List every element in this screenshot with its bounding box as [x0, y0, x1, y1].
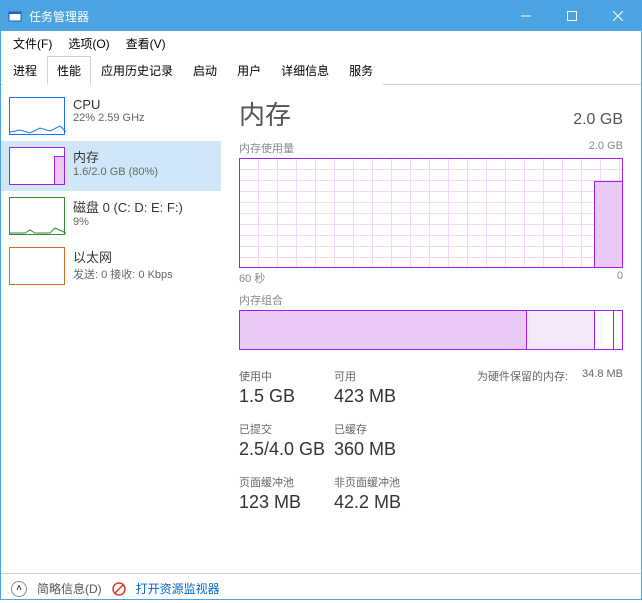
usage-chart-max: 2.0 GB: [589, 140, 623, 156]
x-axis-right: 0: [617, 270, 623, 286]
main-content: CPU22% 2.59 GHz 内存1.6/2.0 GB (80%) 磁盘 0 …: [1, 85, 641, 573]
cached-value: 360 MB: [334, 439, 623, 460]
composition-label: 内存组合: [239, 292, 283, 308]
usage-chart-label: 内存使用量: [239, 140, 294, 156]
committed-label: 已提交: [239, 421, 334, 437]
menu-options[interactable]: 选项(O): [60, 33, 117, 54]
memory-stats: 使用中 1.5 GB 可用 423 MB 为硬件保留的内存: 34.8 MB 已提交 2…: [239, 368, 623, 513]
fewer-details-link[interactable]: 简略信息(D): [37, 580, 102, 597]
chart-fill: [594, 181, 622, 267]
memory-total: 2.0 GB: [573, 111, 623, 129]
tab-startup[interactable]: 启动: [183, 56, 227, 85]
in-use-label: 使用中: [239, 368, 334, 384]
chevron-up-icon[interactable]: ˄: [11, 581, 27, 597]
menu-file[interactable]: 文件(F): [5, 33, 60, 54]
hw-reserved-label: 为硬件保留的内存:: [477, 368, 568, 384]
detail-title: 内存: [239, 95, 291, 132]
window-title: 任务管理器: [29, 8, 89, 25]
comp-free: [595, 311, 614, 349]
chart-grid: [240, 159, 622, 267]
sidebar-item-sub: 22% 2.59 GHz: [73, 112, 145, 124]
tab-details[interactable]: 详细信息: [271, 56, 339, 85]
sidebar-item-disk[interactable]: 磁盘 0 (C: D: E: F:)9%: [1, 191, 221, 241]
x-axis-left: 60 秒: [239, 270, 265, 286]
minimize-button[interactable]: [503, 1, 549, 31]
resmon-icon: [112, 582, 126, 596]
in-use-value: 1.5 GB: [239, 386, 334, 407]
sidebar-item-cpu[interactable]: CPU22% 2.59 GHz: [1, 91, 221, 141]
cpu-thumbnail: [9, 97, 65, 135]
sidebar-item-ethernet[interactable]: 以太网发送: 0 接收: 0 Kbps: [1, 241, 221, 291]
nonpaged-value: 42.2 MB: [334, 492, 623, 513]
ethernet-thumbnail: [9, 247, 65, 285]
sidebar-item-label: 内存: [73, 147, 158, 166]
sidebar-item-sub: 9%: [73, 216, 183, 228]
menu-bar: 文件(F) 选项(O) 查看(V): [1, 31, 641, 55]
perf-sidebar: CPU22% 2.59 GHz 内存1.6/2.0 GB (80%) 磁盘 0 …: [1, 85, 221, 573]
app-icon: [7, 8, 23, 24]
sidebar-item-sub: 1.6/2.0 GB (80%): [73, 166, 158, 178]
hw-reserved-value: 34.8 MB: [582, 368, 623, 384]
close-button[interactable]: [595, 1, 641, 31]
paged-value: 123 MB: [239, 492, 334, 513]
open-resource-monitor-link[interactable]: 打开资源监视器: [136, 580, 220, 597]
tab-users[interactable]: 用户: [227, 56, 271, 85]
disk-thumbnail: [9, 197, 65, 235]
tab-performance[interactable]: 性能: [47, 56, 91, 85]
paged-label: 页面缓冲池: [239, 474, 334, 490]
memory-usage-chart[interactable]: [239, 158, 623, 268]
available-label: 可用: [334, 368, 444, 384]
detail-pane: 内存 2.0 GB 内存使用量 2.0 GB 60 秒 0 内存组合 使用中 1.…: [221, 85, 641, 573]
comp-cached: [527, 311, 596, 349]
cached-label: 已缓存: [334, 421, 623, 437]
sidebar-item-label: CPU: [73, 97, 145, 112]
comp-in-use: [240, 311, 527, 349]
sidebar-item-label: 以太网: [73, 247, 173, 266]
menu-view[interactable]: 查看(V): [118, 33, 174, 54]
sidebar-item-sub: 发送: 0 接收: 0 Kbps: [73, 266, 173, 282]
tab-bar: 进程 性能 应用历史记录 启动 用户 详细信息 服务: [1, 55, 641, 85]
memory-thumbnail: [9, 147, 65, 185]
sidebar-item-memory[interactable]: 内存1.6/2.0 GB (80%): [1, 141, 221, 191]
committed-value: 2.5/4.0 GB: [239, 439, 334, 460]
sidebar-item-label: 磁盘 0 (C: D: E: F:): [73, 197, 183, 216]
memory-composition-chart[interactable]: [239, 310, 623, 350]
tab-services[interactable]: 服务: [339, 56, 383, 85]
maximize-button[interactable]: [549, 1, 595, 31]
available-value: 423 MB: [334, 386, 444, 407]
tab-processes[interactable]: 进程: [3, 56, 47, 85]
nonpaged-label: 非页面缓冲池: [334, 474, 623, 490]
title-bar: 任务管理器: [1, 1, 641, 31]
footer: ˄ 简略信息(D) 打开资源监视器: [1, 573, 641, 603]
tab-app-history[interactable]: 应用历史记录: [91, 56, 183, 85]
